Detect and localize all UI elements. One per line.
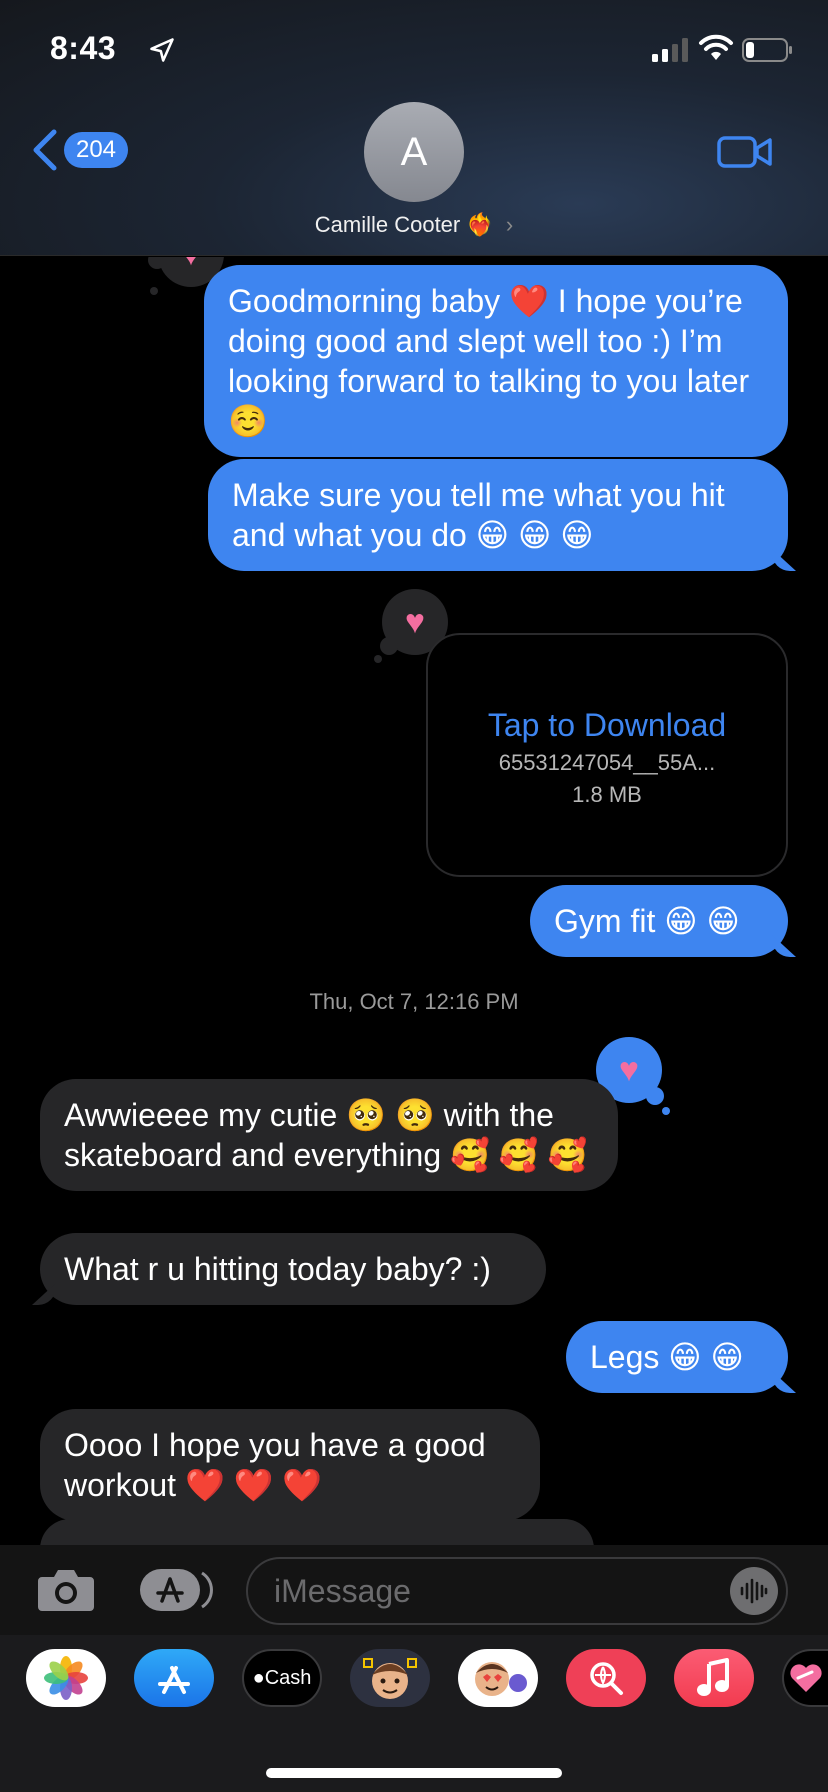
back-chevron-icon [33, 129, 57, 171]
wifi-icon [699, 34, 733, 60]
memoji-app-button[interactable] [350, 1649, 430, 1707]
battery-icon [742, 38, 792, 62]
digital-touch-icon [790, 1664, 822, 1692]
attachment-filename: 65531247054__55A... [498, 750, 716, 775]
image-search-icon [590, 1662, 623, 1695]
photos-icon [44, 1656, 88, 1700]
avatar-initial: A [400, 129, 428, 174]
photos-app-button[interactable] [26, 1649, 106, 1707]
app-store-app-button[interactable] [134, 1649, 214, 1707]
back-button[interactable]: 204 [30, 128, 128, 172]
camera-icon[interactable] [36, 1565, 96, 1613]
message-text: What r u hitting today baby? :) [64, 1251, 491, 1287]
attachment-size: 1.8 MB [572, 782, 642, 807]
conversation-header: 8:43 204 A Camille Cooter ❤️‍🔥 › [0, 0, 828, 256]
tapback-dot [662, 1107, 670, 1115]
digital-touch-app-button[interactable] [782, 1649, 828, 1707]
chevron-right-icon: › [505, 212, 514, 237]
video-camera-icon[interactable] [716, 132, 774, 172]
heart-icon: ♥ [618, 1051, 640, 1089]
timestamp-time: 12:16 PM [424, 989, 519, 1014]
received-message[interactable]: What r u hitting today baby? :) [40, 1233, 546, 1305]
conversation-timestamp: Thu, Oct 7, 12:16 PM [0, 989, 828, 1015]
message-list[interactable]: ♥ Goodmorning baby ❤️ I hope you’re doin… [0, 257, 828, 1545]
apple-cash-app-button[interactable]: ●Cash [242, 1649, 322, 1707]
imessage-input[interactable]: iMessage [246, 1557, 788, 1625]
apple-cash-icon: ●Cash [253, 1667, 312, 1690]
heart-icon: ♥ [404, 603, 426, 641]
status-time: 8:43 [50, 30, 117, 66]
audio-waveform-icon[interactable] [730, 1567, 778, 1615]
cellular-signal-icon [652, 38, 688, 62]
received-message[interactable]: Awwieeee my cutie 🥺 🥺 with the skateboar… [40, 1079, 618, 1191]
attachment-download[interactable]: Tap to Download 65531247054__55A... 1.8 … [426, 633, 788, 877]
received-message-partial[interactable] [40, 1519, 594, 1545]
tapback-dot [380, 637, 398, 655]
memoji-stickers-icon [475, 1662, 527, 1696]
tapback-dot [374, 655, 382, 663]
cash-label: Cash [264, 1666, 312, 1689]
app-store-icon[interactable] [138, 1567, 214, 1613]
received-message[interactable]: Oooo I hope you have a good workout ❤️ ❤… [40, 1409, 540, 1521]
message-text: Awwieeee my cutie 🥺 🥺 with the skateboar… [64, 1097, 588, 1173]
timestamp-day: Thu, Oct 7, [309, 989, 419, 1014]
message-text: Gym fit 😁 😁 [554, 903, 740, 939]
contact-avatar[interactable]: A [364, 102, 464, 202]
tapback-dot [150, 287, 158, 295]
home-indicator[interactable] [266, 1768, 562, 1778]
message-text: Make sure you tell me what you hit and w… [232, 477, 725, 553]
contact-emoji: ❤️‍🔥 [466, 212, 494, 237]
music-icon [697, 1658, 729, 1696]
sent-message[interactable]: Make sure you tell me what you hit and w… [208, 459, 788, 571]
tap-to-download-link[interactable]: Tap to Download [428, 707, 786, 744]
imessage-placeholder: iMessage [274, 1573, 411, 1609]
apple-logo-icon: ● [252, 1666, 265, 1689]
app-drawer: ●Cash [0, 1635, 828, 1792]
sent-message[interactable]: Goodmorning baby ❤️ I hope you’re doing … [204, 265, 788, 457]
message-text: Oooo I hope you have a good workout ❤️ ❤… [64, 1427, 486, 1503]
unread-count-badge: 204 [64, 132, 128, 168]
tapback-dot [646, 1087, 664, 1105]
image-search-app-button[interactable] [566, 1649, 646, 1707]
location-arrow-icon [150, 38, 174, 62]
app-store-icon [158, 1666, 190, 1694]
message-text: Goodmorning baby ❤️ I hope you’re doing … [228, 283, 750, 439]
memoji-icon [363, 1658, 417, 1699]
contact-name-button[interactable]: Camille Cooter ❤️‍🔥 › [0, 212, 828, 238]
heart-icon: ♥ [181, 257, 201, 271]
sent-message[interactable]: Legs 😁 😁 [566, 1321, 788, 1393]
music-app-button[interactable] [674, 1649, 754, 1707]
message-text: Legs 😁 😁 [590, 1339, 744, 1375]
contact-name: Camille Cooter [314, 212, 461, 237]
sent-message[interactable]: Gym fit 😁 😁 [530, 885, 788, 957]
compose-bar: iMessage [0, 1545, 828, 1635]
memoji-stickers-app-button[interactable] [458, 1649, 538, 1707]
